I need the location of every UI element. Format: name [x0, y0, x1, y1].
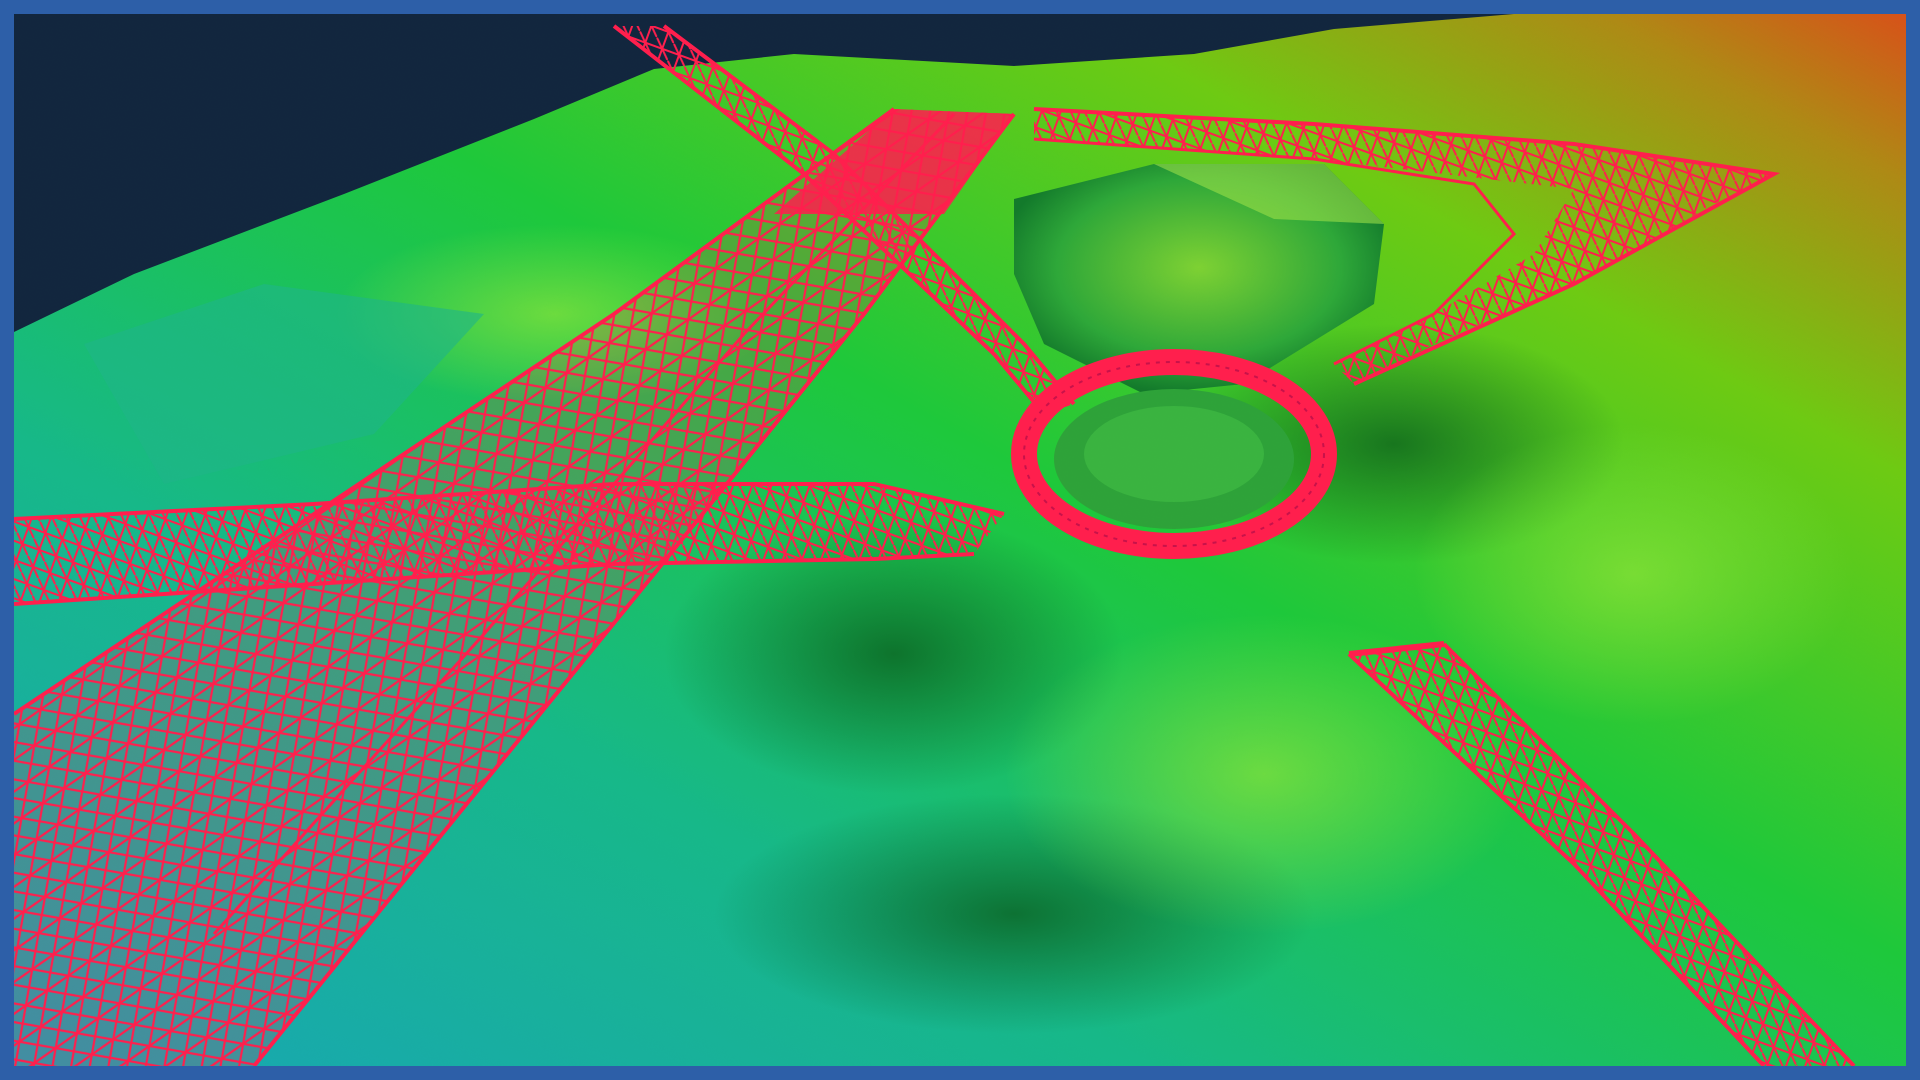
image-frame — [0, 0, 1920, 1080]
lidar-terrain-scene — [14, 14, 1906, 1066]
